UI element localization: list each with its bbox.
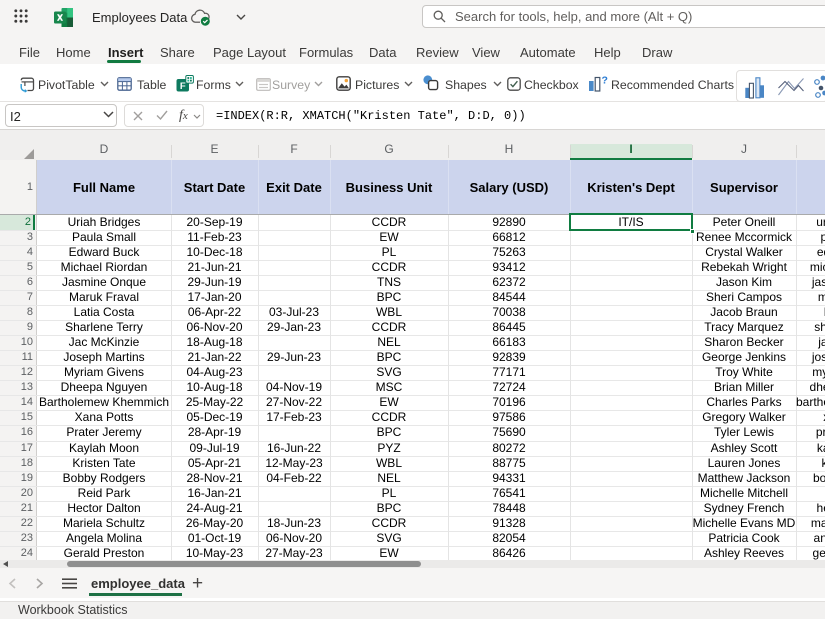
svg-text:F: F — [180, 81, 186, 92]
svg-text:?: ? — [602, 75, 608, 87]
